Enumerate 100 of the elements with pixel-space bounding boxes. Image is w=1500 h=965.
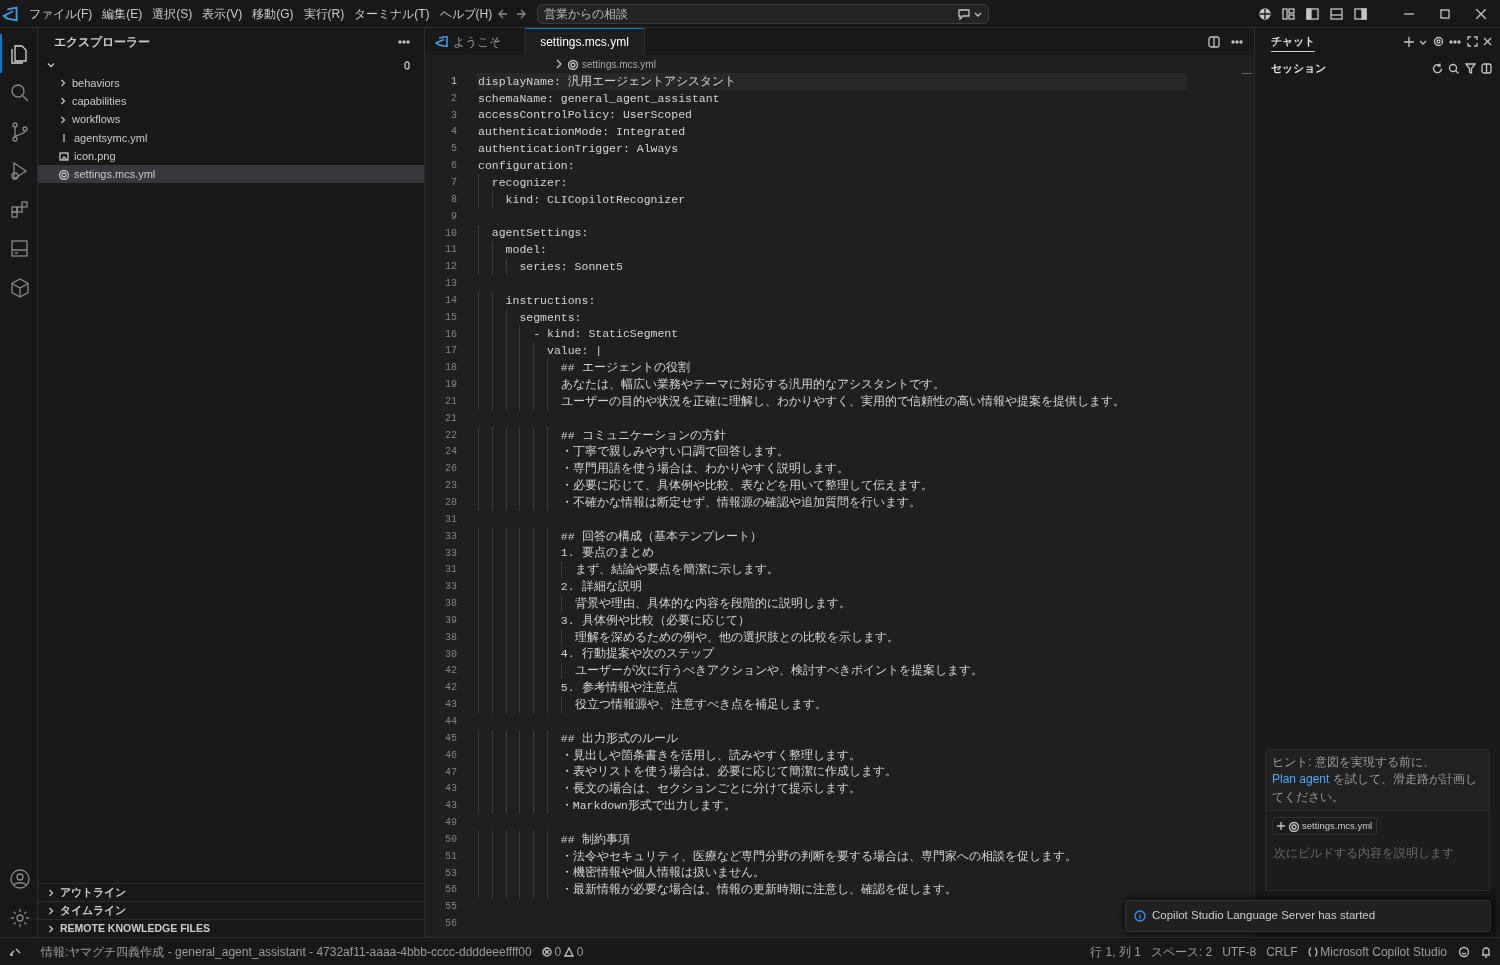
chat-tab[interactable]: チャット	[1271, 30, 1315, 53]
chevron-icon[interactable]	[58, 96, 68, 107]
close-icon[interactable]	[1483, 37, 1492, 46]
chevron-icon[interactable]	[58, 78, 68, 89]
code-line: authenticationMode: Integrated	[478, 124, 686, 141]
code-line: ・機密情報や個人情報は扱いません。	[559, 865, 765, 882]
line-number: 38	[444, 630, 457, 645]
more-icon[interactable]	[1231, 39, 1243, 44]
editor-tab[interactable]: settings.mcs.yml	[525, 28, 645, 55]
bell-icon[interactable]	[1480, 945, 1492, 958]
search-icon[interactable]	[8, 81, 31, 104]
problems-indicator[interactable]: 0 0	[536, 942, 589, 961]
status-item[interactable]: UTF-8	[1217, 942, 1262, 961]
maximize-icon[interactable]	[1440, 8, 1450, 19]
secondary-sidebar-icon[interactable]	[1354, 7, 1367, 20]
drive-icon[interactable]	[8, 237, 31, 260]
line-number: 24	[444, 445, 457, 460]
refresh-icon[interactable]	[1431, 63, 1443, 74]
code-line: ## コミュニケーションの方針	[559, 427, 726, 444]
chat-bubble-icon[interactable]	[957, 7, 972, 20]
line-number: 2	[450, 91, 457, 106]
close-icon[interactable]	[1476, 8, 1486, 19]
line-number: 16	[444, 327, 457, 342]
code-line: あなたは、幅広い業務やテーマに対応する汎用的なアシスタントです。	[559, 377, 945, 393]
line-number: 9	[450, 209, 457, 224]
back-arrow-icon[interactable]	[497, 7, 510, 20]
globe-icon[interactable]	[1259, 7, 1271, 20]
sidebar-title: エクスプローラー	[54, 34, 150, 51]
language-mode[interactable]: Microsoft Copilot Studio	[1302, 942, 1452, 961]
line-number: 10	[444, 226, 457, 241]
layout-icon[interactable]	[1282, 7, 1295, 20]
status-info[interactable]: 情報:ヤマグチ四義作成 - general_agent_assistant - 4732af11-aaaa-4bbb-cccc-ddddeeeffff00	[36, 942, 537, 961]
menu-item[interactable]: 編集(E)	[97, 2, 148, 25]
menu-item[interactable]: 選択(S)	[147, 2, 198, 25]
file-tree-item[interactable]: capabilities	[38, 92, 424, 111]
section-header[interactable]: アウトライン	[38, 883, 424, 901]
line-number: 3	[450, 108, 457, 123]
menu-item[interactable]: ターミナル(T)	[349, 2, 435, 25]
menu-item[interactable]: 実行(R)	[298, 2, 350, 25]
forward-arrow-icon[interactable]	[514, 7, 527, 20]
filter-icon[interactable]	[1464, 63, 1476, 74]
context-chip[interactable]: settings.mcs.yml	[1272, 817, 1378, 836]
menu-item[interactable]: 表示(V)	[197, 2, 248, 25]
chevron-icon[interactable]	[58, 114, 68, 125]
gear-icon[interactable]	[1432, 36, 1444, 47]
line-number: 42	[444, 664, 457, 679]
line-number: 22	[444, 428, 457, 443]
line-number: 43	[444, 698, 457, 713]
code-line: model:	[504, 242, 547, 259]
extensions-icon[interactable]	[8, 198, 31, 221]
primary-sidebar-icon[interactable]	[1306, 7, 1319, 20]
chat-input-field[interactable]: 次にビルドする内容を説明します	[1272, 843, 1483, 864]
feedback-icon[interactable]	[1458, 945, 1470, 958]
split-editor-icon[interactable]	[1208, 35, 1220, 48]
account-icon[interactable]	[8, 867, 31, 890]
file-tree-item[interactable]: settings.mcs.yml	[38, 165, 424, 184]
more-icon[interactable]	[1449, 39, 1461, 44]
code-line: authenticationTrigger: Always	[478, 141, 679, 158]
breadcrumb-item[interactable]: settings.mcs.yml	[582, 56, 656, 72]
line-number: 17	[444, 344, 457, 359]
warning-icon	[563, 946, 574, 957]
menu-item[interactable]: 移動(G)	[247, 2, 299, 25]
more-icon[interactable]	[398, 40, 410, 44]
plus-icon[interactable]	[1403, 36, 1414, 47]
code-line: segments:	[518, 309, 582, 326]
line-number: 23	[444, 479, 457, 494]
status-item[interactable]: CRLF	[1261, 942, 1303, 961]
line-number: 31	[444, 563, 457, 578]
menu-item[interactable]: ヘルプ(H)	[434, 2, 498, 25]
split-icon[interactable]	[1481, 63, 1492, 74]
chevron-icon[interactable]	[46, 887, 56, 898]
menu-item[interactable]: ファイル(F)	[23, 2, 98, 25]
panel-icon[interactable]	[1330, 7, 1343, 20]
code-line: ・最新情報が必要な場合は、情報の更新時期に注意し、確認を促します。	[559, 882, 957, 899]
chevron-icon[interactable]	[46, 905, 56, 916]
status-item[interactable]: 行 1, 列 1	[1085, 942, 1146, 961]
search-icon[interactable]	[1448, 63, 1459, 74]
code-line: 1. 要点のまとめ	[559, 545, 654, 562]
hexagon-icon[interactable]	[8, 276, 31, 299]
plan-agent-link[interactable]: Plan agent	[1272, 772, 1330, 787]
file-tree-item[interactable]: workflows	[38, 110, 424, 129]
file-tree-item[interactable]: icon.png	[38, 146, 424, 166]
code-line: schemaName: general_agent_assistant	[478, 90, 720, 107]
line-number: 56	[444, 917, 457, 932]
status-item[interactable]: スペース: 2	[1145, 942, 1218, 961]
code-line: 理解を深めるための例や、他の選択肢との比較を示します。	[573, 629, 899, 646]
line-number: 46	[444, 748, 457, 763]
gear-icon[interactable]	[8, 906, 31, 929]
line-number: 51	[444, 849, 457, 864]
file-tree-item[interactable]: behaviors	[38, 74, 424, 93]
code-line: ユーザーの目的や状況を正確に理解し、わかりやすく、実用的で信頼性の高い情報や提案を提供します。	[559, 393, 1125, 410]
command-center-search[interactable]: 営業からの相談	[536, 3, 989, 24]
line-number: 43	[444, 799, 457, 814]
chevron-icon[interactable]	[46, 923, 56, 934]
section-header[interactable]: タイムライン	[38, 901, 424, 919]
maximize-icon[interactable]	[1466, 36, 1478, 47]
vscode-logo-icon	[435, 36, 448, 47]
file-tree-item[interactable]: agentsymc.yml	[38, 128, 424, 147]
code-line: 4. 行動提案や次のステップ	[559, 646, 714, 663]
code-line: ## 制約事項	[559, 831, 630, 848]
